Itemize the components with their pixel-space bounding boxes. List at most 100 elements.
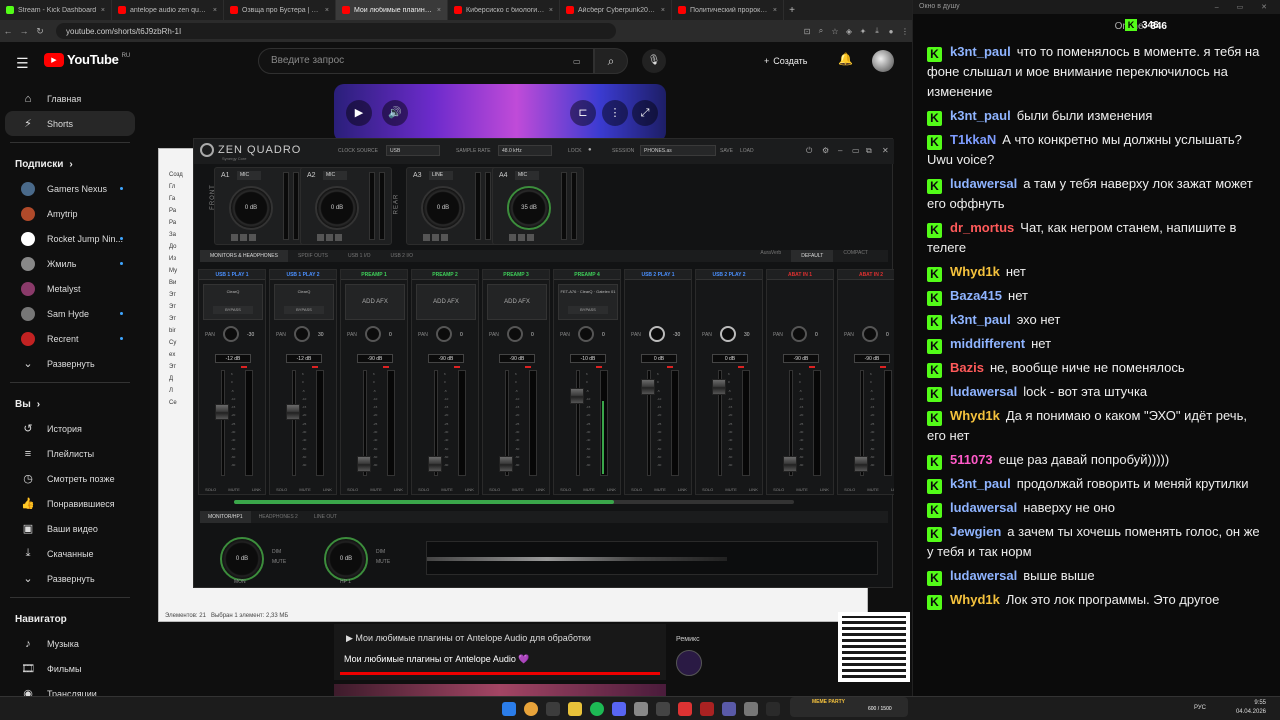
sidebar-item[interactable]: ⌂ Главная — [5, 86, 135, 111]
app5-icon[interactable] — [722, 702, 736, 716]
fader-cap[interactable] — [854, 455, 868, 472]
solo-button[interactable]: SOLO — [702, 487, 713, 492]
load-button[interactable]: LOAD — [740, 148, 754, 154]
extensions-puzzle-icon[interactable]: ✦ — [856, 27, 870, 36]
app2-icon[interactable] — [656, 702, 670, 716]
fader-cap[interactable] — [783, 455, 797, 472]
fader-cap[interactable] — [712, 379, 726, 395]
app6-icon[interactable] — [744, 702, 758, 716]
fader-track[interactable] — [576, 370, 580, 476]
subscription-item[interactable]: Amytrip — [5, 201, 135, 226]
subscription-item[interactable]: Recrent — [5, 326, 135, 351]
browser-tab[interactable]: Киберсиско с биологичес × — [448, 0, 560, 20]
back-icon[interactable]: ← — [0, 26, 16, 36]
window-controls[interactable]: – ▭ ✕ — [1215, 3, 1275, 11]
solo-button[interactable]: SOLO — [489, 487, 500, 492]
input-option-button[interactable] — [335, 234, 342, 241]
solo-button[interactable]: SOLO — [773, 487, 784, 492]
tray-language[interactable]: РУС — [1194, 705, 1206, 711]
link-button[interactable]: LINK — [536, 487, 545, 492]
fader-cap[interactable] — [570, 388, 584, 404]
sidebar-item[interactable]: ♪ Музыка — [5, 631, 135, 656]
expand-button[interactable]: ⌄ Развернуть — [5, 566, 135, 591]
subscription-item[interactable]: Gamers Nexus — [5, 176, 135, 201]
solo-button[interactable]: SOLO — [205, 487, 216, 492]
app3-icon[interactable] — [678, 702, 692, 716]
view-default-button[interactable]: DEFAULT — [791, 250, 834, 262]
reload-icon[interactable]: ↻ — [32, 26, 48, 37]
search-input[interactable]: Введите запрос — [258, 48, 594, 74]
tab-close-icon[interactable]: × — [213, 7, 217, 14]
explorer-nav-item[interactable]: Из — [159, 253, 195, 265]
chat-username[interactable]: Whyd1k — [950, 592, 1000, 607]
create-button[interactable]: + Создать — [760, 50, 811, 72]
mute-button[interactable]: MUTE — [441, 487, 452, 492]
chat-username[interactable]: ludawersal — [950, 568, 1017, 583]
input-option-button[interactable] — [240, 234, 247, 241]
voice-search-button[interactable]: 🎙 — [642, 49, 666, 73]
explorer-icon[interactable] — [568, 702, 582, 716]
link-button[interactable]: LINK — [465, 487, 474, 492]
subscription-item[interactable]: Жмиль — [5, 251, 135, 276]
chat-username[interactable]: Whyd1k — [950, 408, 1000, 423]
minimize-icon[interactable]: – — [838, 146, 842, 155]
expand-button[interactable]: ⌄ Развернуть — [5, 351, 135, 376]
next-video-thumb[interactable] — [334, 684, 666, 696]
link-button[interactable]: LINK — [323, 487, 332, 492]
tab-mixer[interactable]: USB 1 I/O — [338, 253, 381, 259]
input-option-button[interactable] — [432, 234, 439, 241]
afx-slot[interactable]: ADD AFX — [416, 284, 476, 320]
input-option-button[interactable] — [509, 234, 516, 241]
explorer-nav-item[interactable]: До — [159, 241, 195, 253]
hp1-mute[interactable]: MUTE — [376, 559, 390, 565]
fader-cap[interactable] — [215, 404, 229, 421]
more-options-icon[interactable]: ⋮ — [602, 100, 628, 126]
subscription-item[interactable]: Rocket Jump Nin... — [5, 226, 135, 251]
restore-icon[interactable]: ▭ — [852, 146, 860, 155]
input-mode-select[interactable]: LINE — [429, 171, 453, 180]
link-button[interactable]: LINK — [394, 487, 403, 492]
link-button[interactable]: LINK — [678, 487, 687, 492]
app4-icon[interactable] — [700, 702, 714, 716]
tab-close-icon[interactable]: × — [549, 7, 553, 14]
solo-button[interactable]: SOLO — [347, 487, 358, 492]
input-option-button[interactable] — [423, 234, 430, 241]
afx-slot[interactable]: ADD AFX — [487, 284, 547, 320]
sidebar-item[interactable]: ◷ Смотреть позже — [5, 466, 135, 491]
link-button[interactable]: LINK — [252, 487, 261, 492]
chat-username[interactable]: ludawersal — [950, 384, 1017, 399]
chat-username[interactable]: Baza415 — [950, 288, 1002, 303]
bookmark-star-icon[interactable]: ☆ — [828, 27, 842, 36]
pan-knob[interactable] — [862, 326, 878, 342]
fader-cap[interactable] — [286, 404, 300, 421]
explorer-nav-item[interactable]: Созд — [159, 169, 195, 181]
explorer-nav-item[interactable]: Се — [159, 397, 195, 409]
chat-username[interactable]: Whyd1k — [950, 264, 1000, 279]
bypass-button[interactable]: BYPASS — [213, 306, 253, 314]
hp1-knob[interactable]: 0 dB — [324, 537, 368, 581]
pan-knob[interactable] — [365, 326, 381, 342]
chat-username[interactable]: k3nt_paul — [950, 44, 1011, 59]
mute-button[interactable]: MUTE — [228, 487, 239, 492]
scrollbar-thumb[interactable] — [234, 500, 614, 504]
chat-username[interactable]: k3nt_paul — [950, 476, 1011, 491]
lock-toggle-icon[interactable]: ● — [588, 147, 592, 153]
tab-monitor[interactable]: HEADPHONES 2 — [251, 514, 306, 520]
download-icon[interactable]: ⤓ — [870, 26, 884, 36]
popout-icon[interactable]: ⧉ — [866, 146, 872, 156]
monitor-mute[interactable]: MUTE — [272, 559, 286, 565]
new-tab-icon[interactable]: + — [784, 5, 800, 16]
youtube-logo[interactable]: ▶ YouTube RU — [44, 52, 130, 67]
np-progress[interactable] — [340, 672, 660, 675]
save-button[interactable]: SAVE — [720, 148, 733, 154]
input-option-button[interactable] — [527, 234, 534, 241]
spotify-icon[interactable] — [590, 702, 604, 716]
link-button[interactable]: LINK — [891, 487, 894, 492]
link-button[interactable]: LINK — [749, 487, 758, 492]
fader-track[interactable] — [221, 370, 225, 476]
browser-tab[interactable]: Политический пророк пр × — [672, 0, 784, 20]
obs-icon[interactable] — [634, 702, 648, 716]
afx-slot[interactable]: ClearQ — [203, 284, 263, 320]
sidebar-item[interactable]: 👍 Понравившиеся — [5, 491, 135, 516]
explorer-nav-item[interactable]: ex — [159, 349, 195, 361]
